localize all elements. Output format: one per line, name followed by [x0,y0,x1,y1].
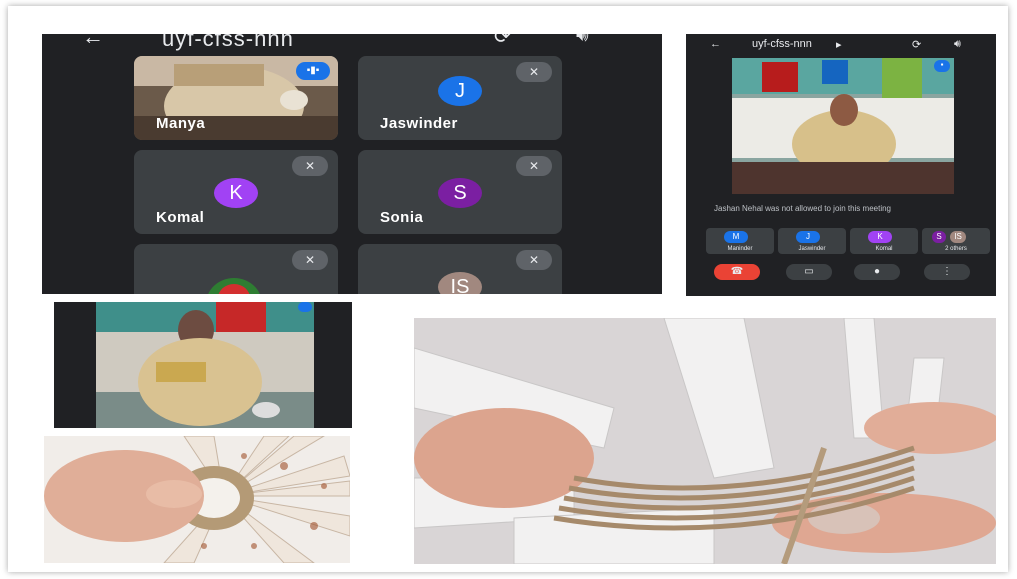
meet-single-screenshot: ← uyf-cfss-nnn ▸ ⟳ 🔊︎ ▪ Jashan Nehal was… [686,34,996,296]
mic-off-icon: ✕ [292,156,328,176]
speaker-portrait-screenshot [54,302,352,428]
participant-chip-others[interactable]: S IS 2 others [922,228,990,254]
participant-tile-komal[interactable]: ✕ K Komal [134,150,338,234]
chip-label: 2 others [945,246,967,252]
craft-photo-small [44,436,350,563]
craft-photo-large [414,318,996,564]
join-notice: Jashan Nehal was not allowed to join thi… [714,204,891,213]
participant-chip[interactable]: K Komal [850,228,918,254]
meet-top-bar: ← uyf-cfss-nnn ▸ ⟳ 🔊︎ [686,38,996,52]
camera-toggle-button[interactable]: ▭ [786,264,832,280]
speaking-indicator-icon: ▪▮▪ [296,62,330,80]
meet-top-bar: ← uyf-cfss-nnn ⟳ 🔊︎ [42,34,662,51]
participant-name: Jaswinder [380,115,458,132]
arrow-left-icon[interactable]: ← [710,38,721,50]
speaker-icon[interactable]: 🔊︎ [576,34,589,47]
avatar: M [724,231,748,243]
speaking-indicator-icon: ▪ [934,60,950,72]
avatar: K [868,231,892,243]
participant-name: Sonia [380,209,424,226]
participant-chip[interactable]: M Maninder [706,228,774,254]
mic-off-icon: ✕ [292,250,328,270]
participant-chip[interactable]: J Jaswinder [778,228,846,254]
mic-off-icon: ✕ [516,62,552,82]
speaker-video [96,302,314,428]
meeting-code: uyf-cfss-nnn [162,34,294,51]
participant-tile-jaswinder[interactable]: ✕ J Jaswinder [358,56,562,140]
avatar-photo [208,278,260,294]
chip-label: Komal [875,246,893,252]
meeting-code: uyf-cfss-nnn [752,38,812,50]
mic-off-icon: ✕ [516,250,552,270]
participant-name: Komal [156,209,205,226]
participant-tile-manya[interactable]: ▪▮▪ Manya [134,56,338,140]
avatar: IS [438,272,482,294]
mic-toggle-button[interactable]: ● [854,264,900,280]
mic-off-icon: ✕ [516,156,552,176]
meet-grid-screenshot: ← uyf-cfss-nnn ⟳ 🔊︎ ▪▮▪ Manya ✕ J Jaswin… [42,34,662,294]
arrow-left-icon[interactable]: ← [82,34,104,50]
participant-tile-is[interactable]: ✕ IS [358,244,562,294]
chip-label: Maninder [727,246,753,252]
switch-camera-icon[interactable]: ⟳ [494,34,511,49]
switch-camera-icon[interactable]: ⟳ [912,38,921,51]
avatar: S [932,231,946,243]
avatar: K [214,178,258,208]
participant-name: Manya [156,115,206,132]
chevron-right-icon[interactable]: ▸ [836,38,842,51]
more-options-button[interactable]: ⋮ [924,264,970,280]
avatar: S [438,178,482,208]
end-call-button[interactable]: ☎ [714,264,760,280]
avatar: J [438,76,482,106]
participant-tile-photo[interactable]: ✕ [134,244,338,294]
speaker-video: ▪ [732,58,954,194]
avatar: J [796,231,820,243]
speaking-indicator-icon [298,302,312,312]
participant-tile-sonia[interactable]: ✕ S Sonia [358,150,562,234]
chip-label: Jaswinder [798,246,826,252]
speaker-icon[interactable]: 🔊︎ [954,38,961,51]
avatar: IS [950,231,966,243]
